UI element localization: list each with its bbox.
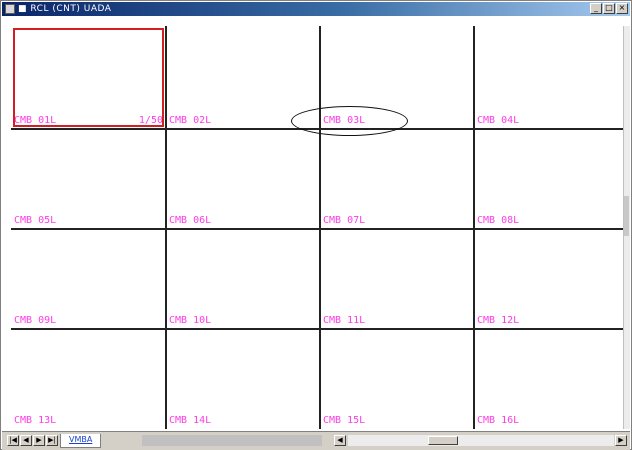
cell-label: CMB 12L [477,315,520,326]
cell-label: CMB 02L [169,115,212,126]
grid-cell[interactable]: CMB 12L [474,229,629,329]
cell-label: CMB 16L [477,415,520,426]
cell-label: CMB 08L [477,215,520,226]
app-icon [5,4,15,14]
grid-cell[interactable]: CMB 14L [166,329,320,429]
cell-label: CMB 14L [169,415,212,426]
cell-label: CMB 05L [14,215,57,226]
cell-label: CMB 13L [14,415,57,426]
cell-label: CMB 06L [169,215,212,226]
grid-cell[interactable]: CMB 06L [166,129,320,229]
prev-sheet-button[interactable]: ◀ [20,435,32,446]
minimize-button[interactable]: _ [590,3,602,14]
horizontal-scroll-thumb[interactable] [428,436,458,445]
grid-divider [165,26,167,429]
scroll-left-button[interactable]: ◀ [334,435,346,446]
window-title: ■ RCL (CNT) UADA [18,4,112,14]
selected-cell-outline [13,28,164,127]
grid-cell[interactable]: CMB 08L [474,129,629,229]
first-sheet-button[interactable]: |◀ [7,435,19,446]
sheet-tab[interactable]: VMBA [60,434,102,448]
annotation-ellipse [291,106,408,136]
grid-cell[interactable]: CMB 13L [11,329,166,429]
grid-cell[interactable]: CMB 09L [11,229,166,329]
vertical-scrollbar[interactable] [623,26,630,429]
maximize-button[interactable]: □ [603,3,615,14]
cell-label: CMB 09L [14,315,57,326]
cell-label: CMB 10L [169,315,212,326]
next-sheet-button[interactable]: ▶ [33,435,45,446]
vertical-scroll-thumb[interactable] [624,196,629,236]
title-bar[interactable]: ■ RCL (CNT) UADA _ □ × [2,2,630,16]
sheet-tab-bar: |◀ ◀ ▶ ▶| VMBA ◀ ▶ [2,431,630,450]
grid-cell[interactable]: CMB 16L [474,329,629,429]
sheet-nav-buttons: |◀ ◀ ▶ ▶| [7,435,58,446]
grid-cell[interactable]: CMB 04L [474,26,629,129]
last-sheet-button[interactable]: ▶| [46,435,58,446]
cell-label: CMB 15L [323,415,366,426]
grid-divider [473,26,475,429]
scroll-right-button[interactable]: ▶ [615,435,627,446]
tab-area [142,435,322,446]
grid-cell[interactable]: CMB 15L [320,329,474,429]
close-button[interactable]: × [616,3,628,14]
grid-cell[interactable]: CMB 05L [11,129,166,229]
window-controls: _ □ × [590,3,628,15]
preview-grid: CMB 01L 1/50 CMB 02L CMB 03L CMB 04L CMB… [11,26,629,429]
application-window: ■ RCL (CNT) UADA _ □ × CMB 01L 1/50 CMB … [0,0,632,450]
grid-cell[interactable]: CMB 10L [166,229,320,329]
grid-cell[interactable]: CMB 11L [320,229,474,329]
grid-divider [319,26,321,429]
horizontal-scrollbar[interactable] [348,435,614,446]
grid-cell[interactable]: CMB 07L [320,129,474,229]
cell-label: CMB 11L [323,315,366,326]
cell-label: CMB 04L [477,115,520,126]
cell-label: CMB 07L [323,215,366,226]
